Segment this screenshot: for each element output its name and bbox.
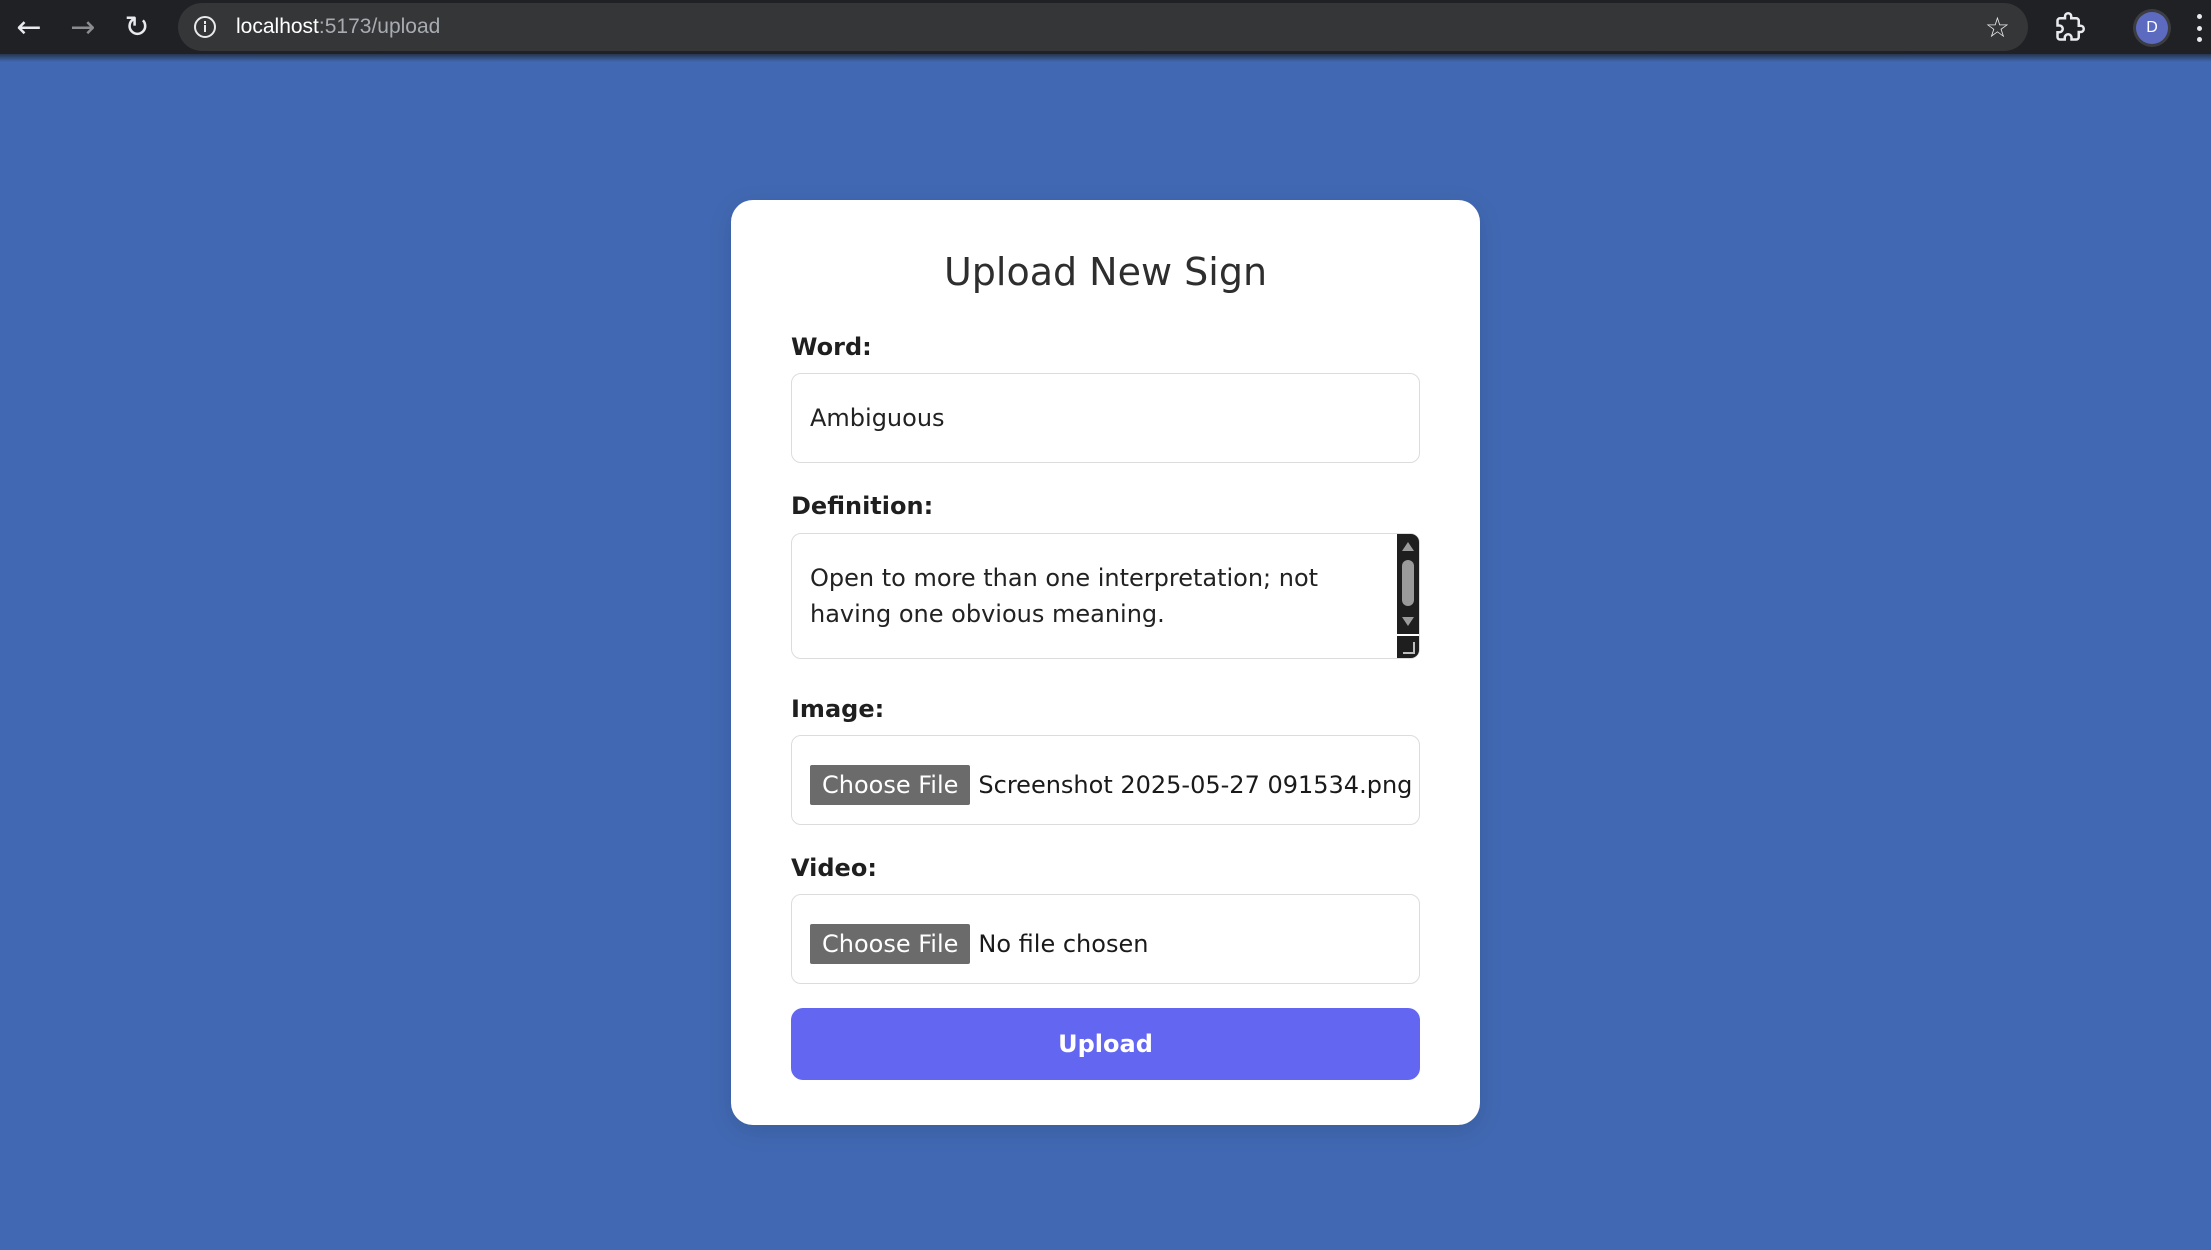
definition-text: Open to more than one interpretation; no… <box>810 564 1319 628</box>
browser-menu-icon[interactable] <box>2196 14 2202 42</box>
textarea-scrollbar[interactable] <box>1397 534 1419 634</box>
url-host: localhost <box>236 15 319 38</box>
image-file-name: Screenshot 2025-05-27 091534.png <box>978 771 1413 799</box>
upload-button[interactable]: Upload <box>791 1008 1420 1080</box>
url-path: :5173/upload <box>318 15 441 38</box>
image-label: Image: <box>791 695 885 723</box>
resize-handle-icon[interactable] <box>1397 636 1419 658</box>
video-file-name: No file chosen <box>978 930 1149 958</box>
bookmark-star-icon[interactable]: ☆ <box>1985 11 2010 44</box>
page-title: Upload New Sign <box>943 250 1268 294</box>
upload-card: Upload New Sign Word: Ambiguous Definiti… <box>731 200 1480 1125</box>
scroll-thumb[interactable] <box>1402 560 1414 606</box>
toolbar-shadow <box>0 54 2211 62</box>
scroll-down-icon[interactable] <box>1402 617 1414 626</box>
definition-textarea[interactable]: Open to more than one interpretation; no… <box>791 533 1420 659</box>
back-icon[interactable]: ← <box>2 0 56 54</box>
browser-toolbar: ← → ↻ localhost:5173/upload ☆ D <box>0 0 2211 54</box>
forward-icon[interactable]: → <box>56 0 110 54</box>
video-label: Video: <box>791 854 877 882</box>
address-bar[interactable]: localhost:5173/upload ☆ <box>178 3 2028 51</box>
definition-label: Definition: <box>791 492 934 520</box>
word-input[interactable]: Ambiguous <box>791 373 1420 463</box>
reload-icon[interactable]: ↻ <box>110 0 164 54</box>
word-label: Word: <box>791 333 872 361</box>
video-choose-file-button[interactable]: Choose File <box>810 924 971 964</box>
profile-avatar[interactable]: D <box>2136 12 2168 44</box>
site-info-icon[interactable] <box>194 16 216 38</box>
scroll-up-icon[interactable] <box>1402 542 1414 551</box>
image-file-input[interactable]: Choose File Screenshot 2025-05-27 091534… <box>791 735 1420 825</box>
image-choose-file-button[interactable]: Choose File <box>810 765 971 805</box>
extensions-icon[interactable] <box>2055 12 2085 42</box>
video-file-input[interactable]: Choose File No file chosen <box>791 894 1420 984</box>
url-text[interactable]: localhost:5173/upload <box>236 15 440 39</box>
